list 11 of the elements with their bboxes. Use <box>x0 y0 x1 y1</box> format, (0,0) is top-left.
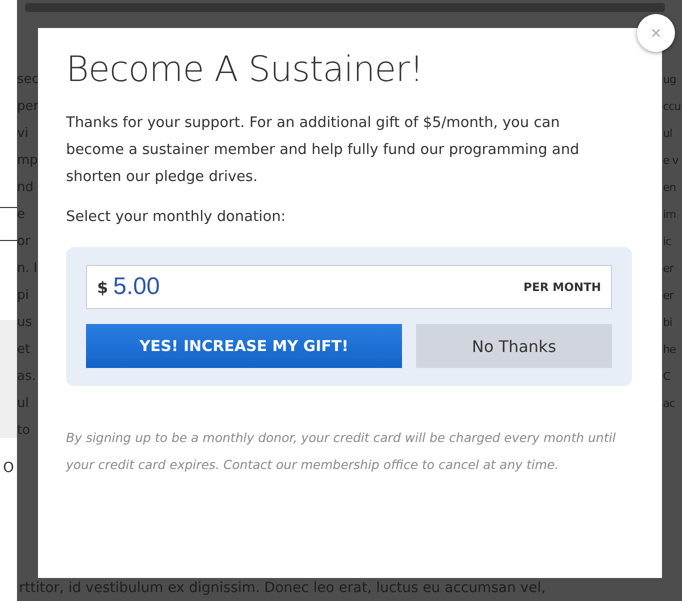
per-month-label: PER MONTH <box>524 280 601 294</box>
amount-value: 5.00 <box>113 273 160 301</box>
amount-field[interactable]: $ 5.00 PER MONTH <box>86 265 612 309</box>
side-text: O <box>3 460 14 476</box>
increase-gift-button[interactable]: YES! INCREASE MY GIFT! <box>86 324 402 368</box>
intro-text: Thanks for your support. For an additional gift of $5/month, you can become a sustainer member and help fully fund our programming and shorten our pledge drives. <box>66 114 580 187</box>
prompt-text: Select your monthly donation: <box>66 209 287 225</box>
currency-symbol: $ <box>97 278 108 296</box>
modal-title: Become A Sustainer! <box>66 50 424 90</box>
no-thanks-button[interactable]: No Thanks <box>416 324 612 368</box>
disclaimer-text: By signing up to be a monthly donor, your credit card will be charged every month until your credit card expires. Contact our membership office to cancel at any time. <box>66 429 616 474</box>
